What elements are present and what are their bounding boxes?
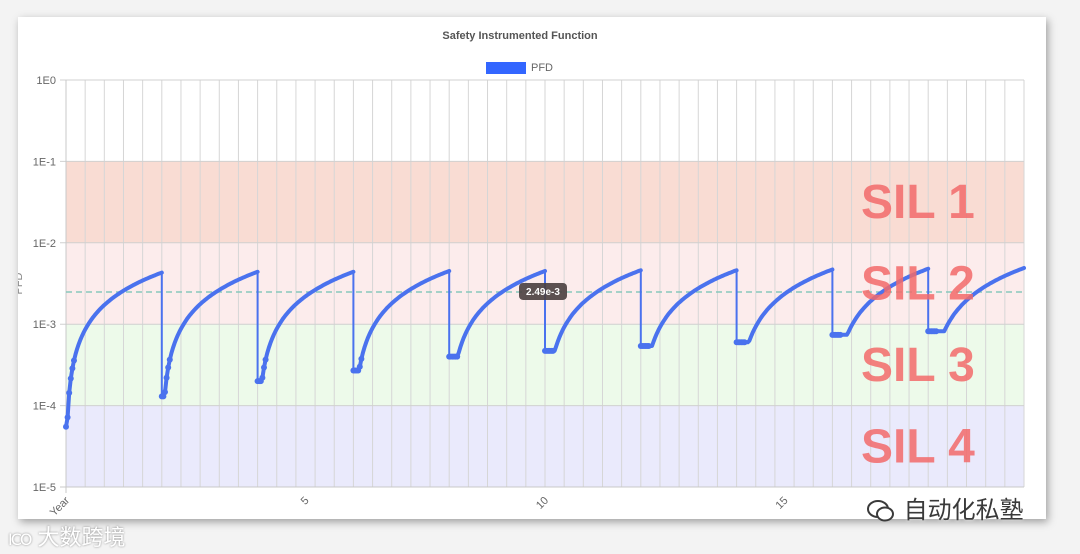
data-point bbox=[933, 328, 940, 335]
data-point bbox=[64, 414, 71, 421]
legend-label: PFD bbox=[531, 62, 553, 74]
wechat-icon bbox=[867, 500, 894, 522]
data-point bbox=[70, 357, 77, 364]
chart-card: 1E0 1E-1 1E-2 1E-3 1E-4 1E-5 PFD Year 5 10 15 SIL … bbox=[18, 17, 1046, 519]
data-point bbox=[69, 365, 76, 372]
data-point bbox=[549, 347, 556, 354]
pfd-chart: 1E0 1E-1 1E-2 1E-3 1E-4 1E-5 PFD Year 5 10 15 SIL … bbox=[18, 30, 1026, 519]
band-label-sil-2: SIL 2 bbox=[861, 258, 975, 311]
y-tick-label: 1E-2 bbox=[33, 238, 56, 250]
data-point bbox=[837, 331, 844, 338]
data-point bbox=[163, 374, 170, 381]
data-point bbox=[741, 339, 748, 346]
y-tick-label: 1E-5 bbox=[33, 482, 56, 494]
data-point bbox=[454, 353, 461, 360]
watermark-left-text: 大数跨境 bbox=[37, 526, 126, 551]
chart-title: Safety Instrumented Function bbox=[442, 30, 598, 42]
watermark-wechat: 自动化私塾 bbox=[866, 490, 1024, 525]
value-tooltip-text: 2.49e-3 bbox=[526, 287, 560, 298]
x-tick-label: 5 bbox=[299, 495, 312, 508]
data-point bbox=[67, 375, 74, 382]
band-label-sil-4: SIL 4 bbox=[861, 420, 975, 473]
source-logo-icon: ICO bbox=[8, 530, 33, 549]
y-tick-label: 1E-3 bbox=[33, 319, 56, 331]
data-point bbox=[358, 355, 365, 362]
band-label-sil-1: SIL 1 bbox=[861, 176, 975, 229]
data-point bbox=[260, 364, 267, 371]
legend-swatch bbox=[486, 62, 526, 74]
y-axis-title: PFD bbox=[18, 272, 25, 294]
y-tick-label: 1E-1 bbox=[33, 156, 56, 168]
x-tick-label: 10 bbox=[534, 495, 551, 512]
data-point bbox=[165, 364, 172, 371]
data-point bbox=[63, 423, 69, 430]
data-point bbox=[356, 363, 363, 370]
data-point bbox=[161, 389, 168, 396]
data-point bbox=[66, 389, 73, 396]
data-point bbox=[645, 342, 652, 349]
data-point bbox=[259, 374, 266, 381]
y-tick-label: 1E-4 bbox=[33, 401, 56, 413]
x-tick-label: 15 bbox=[773, 495, 790, 512]
data-point bbox=[166, 356, 173, 363]
band-label-sil-3: SIL 3 bbox=[861, 339, 975, 392]
data-point bbox=[262, 356, 269, 363]
watermark-source: ICO 大数跨境 bbox=[8, 520, 126, 552]
watermark-right-text: 自动化私塾 bbox=[903, 496, 1024, 524]
x-tick-label: Year bbox=[48, 494, 72, 518]
y-tick-label: 1E0 bbox=[36, 75, 56, 87]
